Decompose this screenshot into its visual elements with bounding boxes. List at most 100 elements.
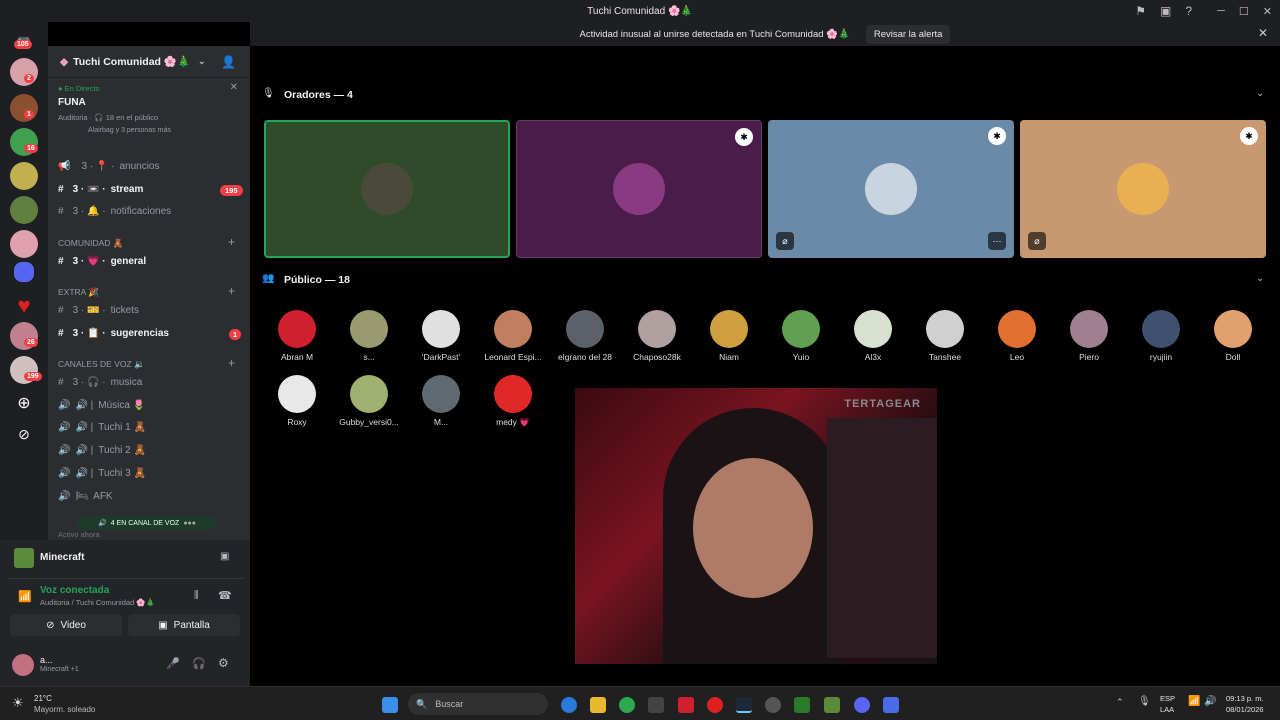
more-options-icon[interactable]: ···	[988, 232, 1006, 250]
help-icon[interactable]: ?	[1185, 4, 1192, 18]
category-extra[interactable]: EXTRA 🎉	[58, 287, 99, 298]
audience-member[interactable]: Niam	[693, 310, 765, 362]
minimize-button[interactable]: ─	[1217, 5, 1225, 17]
audience-member[interactable]: Leonard Espi...	[477, 310, 549, 362]
live-stage-card[interactable]: ● En Directo FUNA Auditoria · 🎧 18 en el…	[58, 82, 242, 150]
weather-icon[interactable]: ☀	[12, 695, 24, 711]
edge-icon[interactable]	[561, 697, 577, 713]
server-icon[interactable]	[10, 94, 38, 122]
discord-icon[interactable]	[854, 697, 870, 713]
discover-icon[interactable]: ⊘	[10, 420, 38, 448]
channel-anuncios[interactable]: 📢 3 · 📍 · anuncios	[58, 161, 160, 172]
audience-member[interactable]: medy 💗	[477, 375, 549, 428]
chevron-down-icon[interactable]: ⌄	[1256, 88, 1264, 99]
close-window-button[interactable]: ✕	[1263, 5, 1272, 18]
audience-member[interactable]: Al3x	[837, 310, 909, 362]
category-voz[interactable]: CANALES DE VOZ 🔉	[58, 359, 145, 370]
steam-icon[interactable]	[736, 697, 752, 713]
speaker-tile[interactable]: ✱	[516, 120, 762, 258]
add-server-icon[interactable]: ⊕	[10, 390, 38, 418]
voice-channel-afk[interactable]: 🔊 🛏 AFK	[58, 491, 113, 502]
maximize-button[interactable]: ☐	[1239, 5, 1249, 18]
server-icon[interactable]	[10, 196, 38, 224]
voice-channel-tuchi2[interactable]: 🔊 🔊 | Tuchi 2 🧸	[58, 445, 146, 456]
folder-icon[interactable]	[14, 262, 34, 282]
xbox-icon[interactable]	[794, 697, 810, 713]
clock-time[interactable]: 09:13 p. m.	[1226, 694, 1264, 703]
audience-member[interactable]: Piero	[1053, 310, 1125, 362]
minecraft-icon	[14, 548, 34, 568]
voice-status[interactable]: Voz conectada	[40, 585, 109, 596]
audience-member[interactable]: Abran M	[261, 310, 333, 362]
voice-channel-tuchi3[interactable]: 🔊 🔊 | Tuchi 3 🧸	[58, 468, 146, 479]
voice-location[interactable]: Auditoria / Tuchi Comunidad 🌸🎄	[40, 598, 155, 607]
close-icon[interactable]: ✕	[230, 82, 238, 93]
weather-temp[interactable]: 21°C	[34, 694, 52, 703]
activity-options-icon[interactable]: ▣	[220, 551, 229, 562]
app-icon[interactable]	[883, 697, 899, 713]
settings-icon[interactable]	[765, 697, 781, 713]
server-icon[interactable]	[10, 58, 38, 86]
speaker-tile[interactable]: ✱ ⌀ ···	[768, 120, 1014, 258]
volume-icon[interactable]: 🔊	[1204, 696, 1216, 707]
invite-icon[interactable]: 👤	[221, 55, 236, 69]
category-comunidad[interactable]: COMUNIDAD 🧸	[58, 238, 123, 249]
voice-channel-musica[interactable]: 🔊 🔊 | Música 🌷	[58, 400, 145, 411]
chrome-icon[interactable]	[619, 697, 635, 713]
audience-member[interactable]: Roxy	[261, 375, 333, 427]
noise-suppression-icon[interactable]: ⫼	[194, 590, 199, 601]
microphone-icon[interactable]: 🎙	[1138, 696, 1151, 707]
channel-general[interactable]: #3 · 💗 · general	[58, 256, 146, 267]
chevron-down-icon[interactable]: ⌄	[1256, 273, 1264, 284]
minecraft-icon[interactable]	[824, 697, 840, 713]
audience-member[interactable]: Yuio	[765, 310, 837, 362]
server-header[interactable]: ◆ Tuchi Comunidad 🌸🎄 ⌄ 👤	[48, 46, 250, 78]
server-icon[interactable]	[10, 230, 38, 258]
audience-member[interactable]: 'DarkPast'	[405, 310, 477, 362]
screen-share-button[interactable]: ▣ Pantalla	[128, 614, 240, 636]
microphone-icon[interactable]: 🎤	[166, 657, 180, 670]
audience-member[interactable]: Gubby_versi0...	[333, 375, 405, 427]
video-button[interactable]: ⊘ Video	[10, 614, 122, 636]
channel-stream[interactable]: #3 · 📼 · stream	[58, 184, 143, 195]
add-channel-icon[interactable]: +	[228, 356, 235, 370]
channel-musica[interactable]: #3 · 🎧 · musica	[58, 377, 142, 388]
disconnect-icon[interactable]: ☎	[218, 589, 232, 602]
audience-member[interactable]: Tanshee	[909, 310, 981, 362]
app-icon[interactable]	[678, 697, 694, 713]
channel-tickets[interactable]: #3 · 🎫 · tickets	[58, 305, 139, 316]
audience-member[interactable]: Leo	[981, 310, 1053, 362]
audience-member[interactable]: M...	[405, 375, 477, 427]
review-alert-button[interactable]: Revisar la alerta	[865, 24, 951, 44]
chevron-up-icon[interactable]: ⌃	[1116, 697, 1124, 708]
add-channel-icon[interactable]: +	[228, 284, 235, 298]
voice-channel-tuchi1[interactable]: 🔊 🔊 | Tuchi 1 🧸	[58, 422, 146, 433]
speaker-tile[interactable]: ✱ ⌀	[1020, 120, 1266, 258]
taskbar-search[interactable]: 🔍 Buscar	[408, 693, 548, 715]
add-channel-icon[interactable]: +	[228, 235, 235, 249]
user-name[interactable]: a...	[40, 655, 53, 665]
screen-icon[interactable]: ▣	[1160, 4, 1171, 18]
avatar[interactable]	[12, 654, 34, 676]
folder-icon[interactable]	[590, 697, 606, 713]
headphones-icon[interactable]: 🎧	[192, 657, 206, 670]
audience-member[interactable]: elgrano del 28	[549, 310, 621, 362]
audience-member[interactable]: s...	[333, 310, 405, 362]
wifi-icon[interactable]: 📶	[1188, 696, 1200, 707]
audience-member[interactable]: Doll	[1197, 310, 1269, 362]
audience-member[interactable]: Chaposo28k	[621, 310, 693, 362]
inbox-icon[interactable]: ⚑	[1135, 4, 1146, 18]
heart-server-icon[interactable]: ♥	[10, 292, 38, 320]
channel-sugerencias[interactable]: #3 · 📋 · sugerencias	[58, 328, 169, 339]
windows-start-icon[interactable]	[382, 697, 398, 713]
close-alert-icon[interactable]: ✕	[1258, 26, 1268, 40]
app-icon[interactable]	[648, 697, 664, 713]
opera-icon[interactable]	[707, 697, 723, 713]
audience-member[interactable]: ryujiin	[1125, 310, 1197, 362]
voice-count-pill[interactable]: 🔊 4 EN CANAL DE VOZ ●●●	[78, 516, 216, 530]
server-icon[interactable]	[10, 162, 38, 190]
speaker-tile[interactable]	[264, 120, 510, 258]
lang-code[interactable]: ESP	[1160, 694, 1175, 703]
gear-icon[interactable]: ⚙	[218, 656, 229, 670]
channel-notificaciones[interactable]: #3 · 🔔 · notificaciones	[58, 206, 171, 217]
